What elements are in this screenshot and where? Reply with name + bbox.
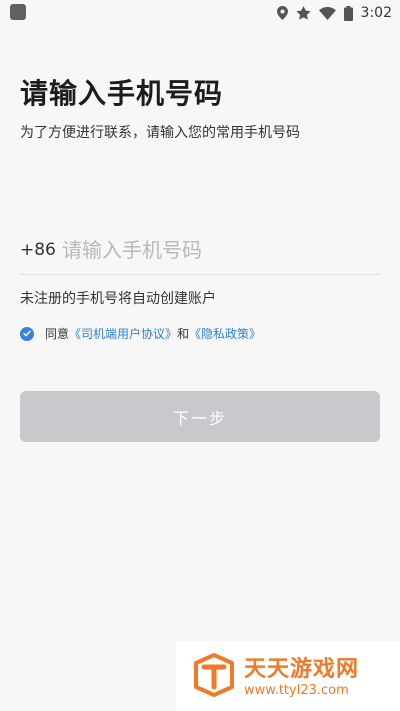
agreement-row: 同意 《司机端用户协议》 和 《隐私政策》 bbox=[20, 325, 261, 342]
country-code[interactable]: +86 bbox=[20, 240, 62, 260]
phone-input-row: +86 bbox=[20, 226, 380, 275]
battery-icon bbox=[343, 5, 353, 21]
status-time: 3:02 bbox=[360, 5, 392, 21]
next-button[interactable]: 下一步 bbox=[20, 391, 380, 442]
auto-register-hint: 未注册的手机号将自动创建账户 bbox=[20, 291, 216, 307]
wifi-icon bbox=[318, 6, 336, 20]
watermark-url: www.ttyl23.com bbox=[244, 683, 349, 698]
phone-number-input[interactable] bbox=[62, 238, 380, 262]
star-icon bbox=[295, 6, 311, 20]
status-icons: 3:02 bbox=[276, 3, 392, 23]
status-bar: 3:02 bbox=[0, 0, 400, 26]
watermark-logo-icon bbox=[194, 653, 234, 697]
user-agreement-link[interactable]: 《司机端用户协议》 bbox=[69, 325, 177, 342]
watermark: 天天游戏网 www.ttyl23.com bbox=[176, 641, 400, 711]
watermark-title: 天天游戏网 bbox=[244, 657, 360, 682]
page-subtitle: 为了方便进行联系，请输入您的常用手机号码 bbox=[20, 125, 300, 141]
agreement-connector: 和 bbox=[177, 327, 190, 341]
agreement-checkbox-icon[interactable] bbox=[20, 326, 34, 341]
app-notification-icon bbox=[10, 4, 26, 20]
page-title: 请输入手机号码 bbox=[20, 77, 224, 110]
privacy-policy-link[interactable]: 《隐私政策》 bbox=[189, 325, 261, 342]
agreement-prefix: 同意 bbox=[45, 327, 70, 341]
location-icon bbox=[276, 6, 288, 20]
